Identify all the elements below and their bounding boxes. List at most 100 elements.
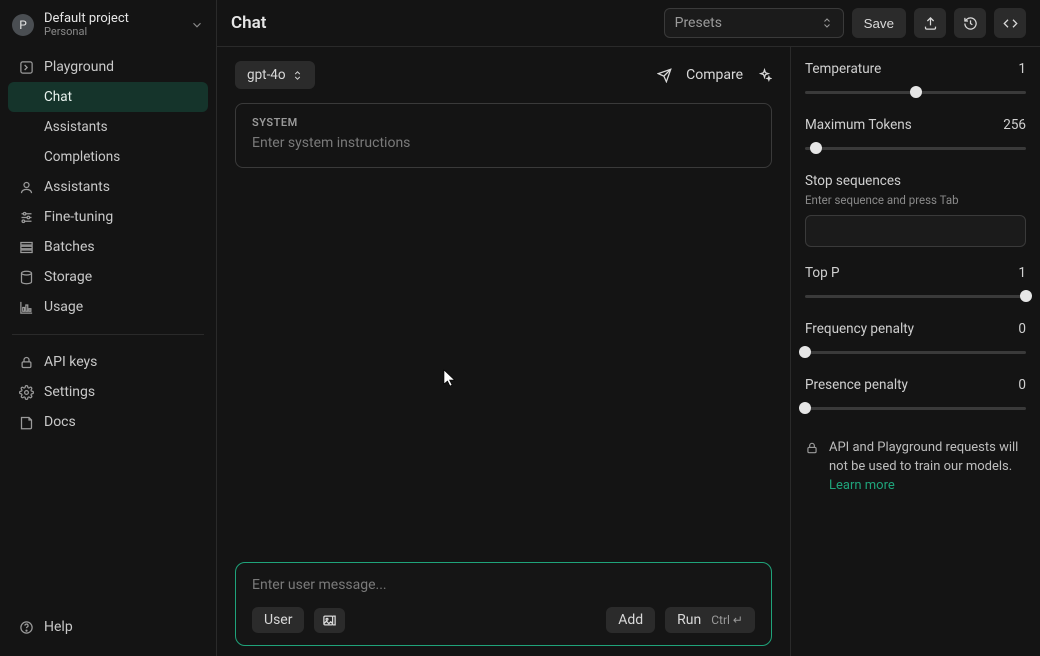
system-placeholder: Enter system instructions — [252, 135, 755, 151]
add-button[interactable]: Add — [606, 607, 655, 633]
max-tokens-slider[interactable] — [805, 141, 1026, 155]
presence-penalty-slider[interactable] — [805, 401, 1026, 415]
frequency-penalty-slider[interactable] — [805, 345, 1026, 359]
sidebar-label: Batches — [44, 239, 95, 255]
sidebar-item-chat[interactable]: Chat — [8, 82, 208, 112]
setting-value: 1 — [1018, 265, 1026, 281]
playground-icon — [18, 60, 34, 75]
run-label: Run — [677, 612, 701, 628]
paper-plane-icon[interactable] — [657, 68, 672, 83]
setting-label: Frequency penalty — [805, 321, 914, 337]
sidebar-label: API keys — [44, 354, 97, 370]
select-chevron-icon — [292, 70, 303, 81]
sidebar-item-settings[interactable]: Settings — [8, 377, 208, 407]
project-name: Default project — [44, 12, 129, 26]
save-button[interactable]: Save — [852, 8, 906, 38]
sidebar: P Default project Personal Playground Ch… — [0, 0, 216, 656]
storage-icon — [18, 270, 34, 285]
setting-value: 0 — [1018, 377, 1026, 393]
temperature-slider[interactable] — [805, 85, 1026, 99]
select-chevron-icon — [821, 17, 833, 29]
gear-icon — [18, 385, 34, 400]
upload-button[interactable] — [914, 8, 946, 38]
sidebar-label: Usage — [44, 299, 83, 315]
sidebar-item-usage[interactable]: Usage — [8, 292, 208, 322]
compare-link[interactable]: Compare — [686, 67, 743, 83]
lock-icon — [18, 355, 34, 370]
mouse-cursor-icon — [443, 369, 457, 387]
history-icon — [963, 16, 978, 31]
attachment-icon — [322, 613, 337, 628]
composer-placeholder: Enter user message... — [252, 577, 755, 593]
project-avatar: P — [12, 14, 34, 36]
setting-label: Temperature — [805, 61, 881, 77]
stop-sequences-input[interactable] — [805, 215, 1026, 247]
run-button[interactable]: Run Ctrl ↵ — [665, 607, 755, 633]
presets-select[interactable]: Presets — [664, 8, 844, 38]
project-switcher[interactable]: P Default project Personal — [0, 6, 216, 48]
setting-value: 0 — [1018, 321, 1026, 337]
sidebar-item-batches[interactable]: Batches — [8, 232, 208, 262]
sidebar-label: Assistants — [44, 119, 108, 135]
page-title: Chat — [231, 13, 266, 33]
setting-label: Maximum Tokens — [805, 117, 912, 133]
sidebar-item-help[interactable]: Help — [8, 612, 208, 642]
sidebar-item-assistants-sub[interactable]: Assistants — [8, 112, 208, 142]
sidebar-item-playground[interactable]: Playground — [8, 52, 208, 82]
notice-text: API and Playground requests will not be … — [829, 440, 1018, 474]
setting-frequency-penalty: Frequency penalty 0 — [805, 321, 1026, 359]
fine-tuning-icon — [18, 210, 34, 225]
sidebar-item-storage[interactable]: Storage — [8, 262, 208, 292]
setting-value: 1 — [1018, 61, 1026, 77]
code-icon — [1003, 16, 1018, 31]
batches-icon — [18, 240, 34, 255]
usage-icon — [18, 300, 34, 315]
role-selector[interactable]: User — [252, 607, 304, 633]
top-p-slider[interactable] — [805, 289, 1026, 303]
stop-hint: Enter sequence and press Tab — [805, 193, 1026, 207]
setting-label: Stop sequences — [805, 173, 901, 189]
system-instructions-box[interactable]: SYSTEM Enter system instructions — [235, 103, 772, 168]
setting-label: Presence penalty — [805, 377, 908, 393]
sidebar-label: Assistants — [44, 179, 110, 195]
lock-icon — [805, 441, 819, 496]
upload-icon — [923, 16, 938, 31]
sparkle-icon[interactable] — [757, 68, 772, 83]
sidebar-item-docs[interactable]: Docs — [8, 407, 208, 437]
setting-label: Top P — [805, 265, 840, 281]
docs-icon — [18, 415, 34, 430]
setting-temperature: Temperature 1 — [805, 61, 1026, 99]
message-composer[interactable]: Enter user message... User Add Run Ctrl … — [235, 562, 772, 646]
sidebar-label: Chat — [44, 89, 72, 105]
sidebar-label: Fine-tuning — [44, 209, 113, 225]
setting-presence-penalty: Presence penalty 0 — [805, 377, 1026, 415]
divider — [12, 334, 204, 335]
setting-stop-sequences: Stop sequences Enter sequence and press … — [805, 173, 1026, 247]
sidebar-label: Docs — [44, 414, 76, 430]
history-button[interactable] — [954, 8, 986, 38]
sidebar-item-completions[interactable]: Completions — [8, 142, 208, 172]
sidebar-item-fine-tuning[interactable]: Fine-tuning — [8, 202, 208, 232]
sidebar-label: Help — [44, 619, 73, 635]
presets-placeholder: Presets — [675, 15, 722, 31]
sidebar-label: Storage — [44, 269, 92, 285]
run-shortcut: Ctrl ↵ — [711, 613, 743, 627]
code-button[interactable] — [994, 8, 1026, 38]
training-notice: API and Playground requests will not be … — [805, 439, 1026, 496]
topbar: Chat Presets Save — [217, 0, 1040, 46]
learn-more-link[interactable]: Learn more — [829, 478, 895, 493]
project-subtitle: Personal — [44, 26, 129, 38]
model-name: gpt-4o — [247, 67, 286, 83]
attachment-button[interactable] — [314, 608, 345, 633]
add-label: Add — [618, 612, 643, 628]
settings-panel: Temperature 1 Maximum Tokens256 Stop sequ… — [790, 47, 1040, 656]
sidebar-item-api-keys[interactable]: API keys — [8, 347, 208, 377]
model-selector[interactable]: gpt-4o — [235, 61, 315, 89]
setting-top-p: Top P 1 — [805, 265, 1026, 303]
sidebar-item-assistants[interactable]: Assistants — [8, 172, 208, 202]
system-label: SYSTEM — [252, 116, 755, 129]
sidebar-label: Playground — [44, 59, 114, 75]
setting-max-tokens: Maximum Tokens256 — [805, 117, 1026, 155]
help-icon — [18, 620, 34, 635]
sidebar-label: Settings — [44, 384, 95, 400]
